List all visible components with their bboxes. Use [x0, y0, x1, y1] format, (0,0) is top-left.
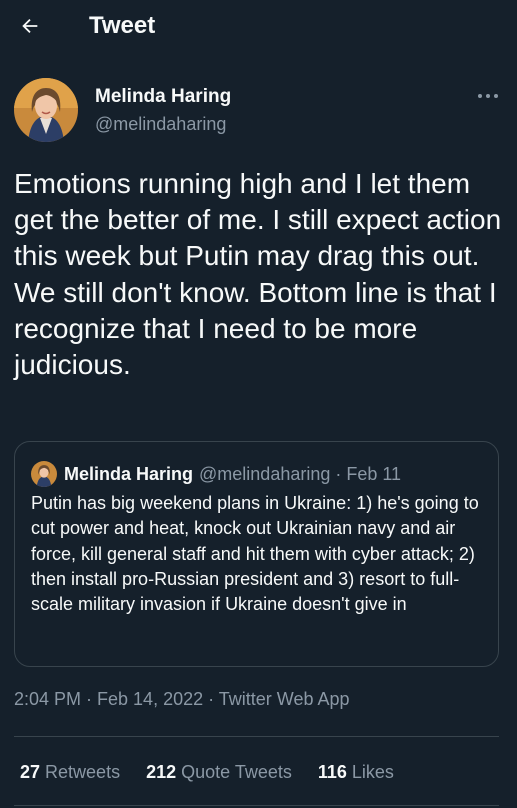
- divider: [14, 736, 499, 737]
- tweet-stats: 27 Retweets 212 Quote Tweets 116 Likes: [20, 759, 420, 785]
- quoted-tweet[interactable]: Melinda Haring @melindaharing · Feb 11 P…: [14, 441, 499, 667]
- likes-label: Likes: [351, 761, 394, 782]
- avatar[interactable]: [14, 78, 78, 142]
- quote-tweets-stat[interactable]: 212 Quote Tweets: [146, 762, 292, 783]
- quoted-tweet-text: Putin has big weekend plans in Ukraine: …: [31, 493, 479, 615]
- retweets-stat[interactable]: 27 Retweets: [20, 762, 120, 783]
- page-title: Tweet: [89, 12, 156, 39]
- quoted-avatar: [31, 461, 57, 487]
- top-bar: Tweet: [0, 0, 517, 53]
- arrow-left-icon: [22, 18, 38, 34]
- author-name[interactable]: Melinda Haring: [95, 86, 231, 108]
- quote-tweets-label: Quote Tweets: [181, 761, 292, 782]
- tweet-timestamp[interactable]: 2:04 PM · Feb 14, 2022 · Twitter Web App: [14, 689, 350, 710]
- divider: [14, 805, 499, 806]
- quoted-author-meta: @melindaharing · Feb 11: [199, 463, 402, 484]
- more-horizontal-icon: [478, 94, 498, 98]
- author-handle[interactable]: @melindaharing: [95, 114, 226, 135]
- quoted-author-name: Melinda Haring: [64, 463, 194, 484]
- quoted-tweet-header: Melinda Haring @melindaharing · Feb 11: [31, 461, 401, 487]
- retweets-count: 27: [20, 761, 41, 782]
- tweet-author: Melinda Haring @melindaharing: [14, 78, 503, 142]
- likes-stat[interactable]: 116 Likes: [318, 762, 394, 783]
- more-button[interactable]: [473, 88, 503, 104]
- likes-count: 116: [317, 761, 347, 782]
- back-button[interactable]: [14, 10, 46, 42]
- retweets-label: Retweets: [45, 761, 121, 782]
- tweet-text: Emotions running high and I let them get…: [14, 168, 502, 381]
- quote-tweets-count: 212: [146, 761, 177, 782]
